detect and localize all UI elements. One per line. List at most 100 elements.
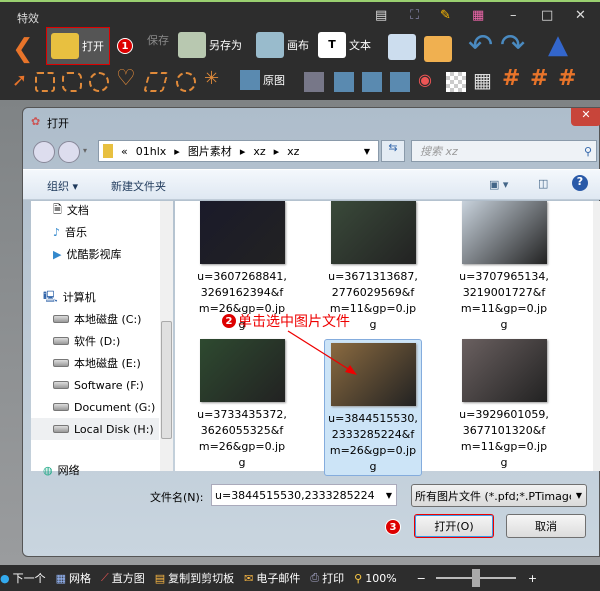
breadcrumb-item[interactable]: 01hlx	[136, 145, 167, 158]
pencil-icon[interactable]: ✎	[440, 8, 451, 23]
fullscreen-icon[interactable]: ⛶	[410, 8, 419, 23]
sidebar-item-drive-f[interactable]: Software (F:)	[53, 376, 144, 394]
breadcrumb-item[interactable]: xz	[253, 145, 265, 158]
breadcrumb-item[interactable]: xz	[287, 145, 299, 158]
thumbnail-image	[461, 201, 547, 264]
file-item[interactable]: u=3929601059, 3677101320&f m=11&gp=0.jp g	[455, 339, 553, 471]
print-icon[interactable]	[388, 34, 416, 60]
sidebar-item-drive-g[interactable]: Document (G:)	[53, 398, 155, 416]
frame-icon[interactable]: #	[502, 66, 520, 91]
flip-icon[interactable]: ▲	[548, 30, 568, 60]
rounded-select-icon[interactable]	[62, 72, 82, 92]
organize-button[interactable]: 组织 ▾	[47, 178, 78, 194]
open-file-button[interactable]: 打开(O)	[414, 514, 494, 538]
sidebar-item-drive-e[interactable]: 本地磁盘 (E:)	[53, 354, 141, 372]
polygon-select-icon[interactable]	[143, 72, 169, 92]
lasso-icon[interactable]	[176, 72, 196, 92]
sidebar-scrollbar[interactable]	[160, 201, 173, 471]
email-icon[interactable]	[424, 36, 452, 62]
sidebar-item-documents[interactable]: 🗎 文档	[53, 201, 89, 219]
redo-icon[interactable]: ↷	[500, 28, 525, 63]
sidebar-item-computer[interactable]: 🖳 计算机	[43, 288, 96, 306]
ellipse-select-icon[interactable]	[89, 72, 109, 92]
magic-wand-icon[interactable]: ✳	[204, 68, 219, 89]
address-dropdown-icon[interactable]: ▼	[364, 147, 370, 156]
open-dialog: ✿ 打开 ✕ ▾ « 01hlx ▸ 图片素材 ▸ xz ▸ xz ▼ ⇆ 搜索 xz…	[22, 107, 600, 557]
filter-icon[interactable]	[362, 72, 382, 92]
zoom-slider-thumb[interactable]	[471, 569, 480, 587]
step-badge-2: 2	[221, 313, 237, 329]
redeye-icon[interactable]: ◉	[418, 70, 432, 89]
chevron-down-icon[interactable]: ▼	[386, 491, 392, 500]
original-button[interactable]: 原图	[240, 70, 285, 90]
sidebar-item-drive-c[interactable]: 本地磁盘 (C:)	[53, 310, 141, 328]
back-icon[interactable]: ❮	[12, 34, 34, 64]
email-button[interactable]: ✉ 电子邮件	[244, 570, 300, 586]
rect-select-icon[interactable]	[35, 72, 55, 92]
file-type-select[interactable]: 所有图片文件 (*.pfd;*.PTimage ▼	[411, 484, 587, 507]
file-name-line: 2776029569&f	[331, 286, 415, 299]
text-button[interactable]: T 文本	[318, 32, 371, 58]
sidebar-item-network[interactable]: ◍ 网络	[43, 461, 80, 479]
copy-clipboard-button[interactable]: ▤ 复制到剪切板	[155, 570, 234, 586]
grid-button[interactable]: ▦ 网格	[56, 570, 91, 586]
filter-icon[interactable]	[334, 72, 354, 92]
grid-icon[interactable]: ▦	[473, 68, 492, 92]
histogram-button[interactable]: ⟋ 直方图	[101, 570, 145, 586]
mosaic-icon[interactable]	[446, 72, 466, 92]
sidebar-item-drive-h[interactable]: Local Disk (H:)	[31, 418, 159, 440]
tools-icon[interactable]	[390, 72, 410, 92]
menu-title[interactable]: 特效	[17, 10, 39, 26]
sidebar-item-music[interactable]: ♪ 音乐	[53, 223, 87, 241]
text-label: 文本	[349, 39, 371, 52]
file-item[interactable]: u=3733435372, 3626055325&f m=26&gp=0.jp g	[193, 339, 291, 471]
open-button[interactable]: 打开	[46, 27, 110, 65]
heart-select-icon[interactable]: ♡	[116, 66, 136, 91]
cancel-button[interactable]: 取消	[506, 514, 586, 538]
save-as-button[interactable]: 另存为	[178, 32, 242, 58]
palette-icon[interactable]: ▦	[472, 8, 484, 23]
filename-input[interactable]: u=3844515530,2333285224&fm=26&gp=0.jpg ▼	[211, 484, 397, 506]
save-label: 保存	[147, 34, 169, 47]
maximize-button[interactable]: □	[541, 8, 553, 23]
dialog-close-button[interactable]: ✕	[571, 108, 600, 126]
history-dropdown[interactable]: ▾	[83, 146, 87, 155]
computer-icon: 🖳	[43, 289, 58, 303]
zoom-out-button[interactable]: −	[417, 572, 426, 585]
file-item[interactable]: u=3707965134, 3219001727&f m=11&gp=0.jp g	[455, 201, 553, 333]
minimize-button[interactable]: –	[510, 8, 517, 23]
file-name-line: g	[369, 460, 377, 473]
save-button[interactable]: 保存	[134, 32, 169, 48]
histogram-icon: ⟋	[101, 571, 109, 584]
zoom-in-button[interactable]: +	[528, 572, 537, 585]
doc-icon[interactable]: ▤	[375, 8, 387, 23]
file-list-scrollbar[interactable]	[593, 201, 600, 471]
refresh-button[interactable]: ⇆	[381, 140, 405, 162]
filter-gray-icon[interactable]	[304, 72, 324, 92]
file-name-line: g	[238, 456, 246, 469]
sidebar-item-drive-d[interactable]: 软件 (D:)	[53, 332, 120, 350]
frame-icon[interactable]: #	[530, 66, 548, 91]
canvas-button[interactable]: 画布	[256, 32, 309, 58]
preview-pane-icon[interactable]: ◫	[538, 177, 548, 190]
pointer-icon[interactable]: ➚	[12, 70, 27, 91]
address-bar[interactable]: « 01hlx ▸ 图片素材 ▸ xz ▸ xz ▼	[98, 140, 379, 162]
view-icon[interactable]: ▣ ▾	[489, 178, 508, 191]
next-button[interactable]: ● 下一个	[0, 570, 46, 586]
new-folder-button[interactable]: 新建文件夹	[111, 178, 166, 194]
scrollbar-thumb[interactable]	[161, 321, 172, 439]
print-button[interactable]: ⎙ 打印	[310, 570, 344, 586]
nav-back-button[interactable]	[33, 141, 55, 163]
close-button[interactable]: ✕	[575, 8, 586, 23]
nav-forward-button[interactable]	[58, 141, 80, 163]
breadcrumb-overflow[interactable]: «	[121, 145, 128, 158]
zoom-slider[interactable]	[435, 569, 516, 587]
frame-icon[interactable]: #	[558, 66, 576, 91]
help-icon[interactable]: ?	[572, 175, 588, 191]
sidebar-item-youku[interactable]: ▶ 优酷影视库	[53, 245, 121, 263]
undo-icon[interactable]: ↶	[468, 28, 493, 63]
grid-icon: ▦	[55, 571, 67, 585]
breadcrumb-item[interactable]: 图片素材	[188, 143, 232, 159]
search-icon: ⚲	[583, 144, 592, 158]
search-input[interactable]: 搜索 xz ⚲	[411, 140, 597, 162]
